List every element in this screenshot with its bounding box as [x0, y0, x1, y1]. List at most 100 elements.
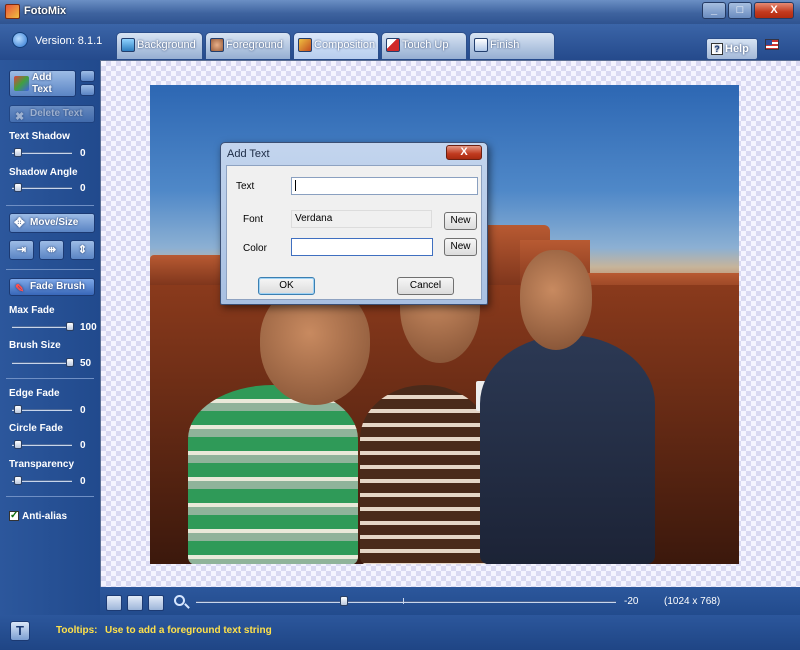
tab-finish-label: Finish [490, 39, 520, 51]
status-bar: T Tooltips: Use to add a foreground text… [0, 615, 800, 650]
tab-foreground-label: Foreground [226, 39, 283, 51]
delete-text-button[interactable]: ✖ Delete Text [9, 105, 95, 123]
font-label: Font [243, 214, 264, 225]
app-icon [5, 4, 20, 19]
person-icon [210, 38, 224, 52]
brush-size-thumb[interactable] [66, 358, 74, 367]
text-prev-button[interactable] [80, 70, 95, 82]
left-panel: Add Text ✖ Delete Text Text Shadow 0 Sha… [0, 60, 100, 615]
grid-view-button[interactable] [148, 595, 164, 611]
text-tool-icon[interactable]: T [10, 621, 30, 641]
delete-text-label: Delete Text [30, 108, 83, 119]
image-size: (1024 x 768) [664, 596, 721, 607]
minimize-button[interactable]: _ [702, 2, 726, 19]
add-text-label: Add Text [32, 72, 52, 95]
ok-button[interactable]: OK [258, 277, 315, 295]
delete-icon: ✖ [15, 111, 25, 123]
fit-view-button[interactable] [127, 595, 143, 611]
add-text-button[interactable]: Add Text [9, 70, 76, 97]
dialog-title: Add Text [227, 148, 270, 160]
maximize-button[interactable]: □ [728, 2, 752, 19]
edge-fade-thumb[interactable] [14, 405, 22, 414]
new-color-button[interactable]: New [444, 238, 477, 256]
text-label: Text [236, 181, 255, 192]
zoom-slider[interactable] [196, 601, 616, 603]
text-input[interactable] [291, 177, 478, 195]
dialog-close-button[interactable]: X [446, 145, 482, 160]
move-size-label: Move/Size [30, 217, 79, 228]
align-left-icon: ⇥ [16, 244, 27, 256]
text-shadow-label: Text Shadow [9, 131, 70, 142]
canvas-area[interactable] [100, 60, 800, 587]
zoom-icon [174, 595, 185, 606]
align-center-v-icon: ⇕ [77, 244, 88, 256]
align-left-button[interactable]: ⇥ [9, 240, 34, 260]
align-center-h-icon: ⇹ [46, 244, 57, 256]
tab-background-label: Background [137, 39, 196, 51]
text-next-button[interactable] [80, 84, 95, 96]
anti-alias-checkbox[interactable]: ✓ [9, 511, 19, 521]
person-middle-shirt [360, 385, 490, 564]
shadow-angle-value: 0 [80, 183, 86, 194]
close-button[interactable]: X [754, 2, 794, 19]
flag-icon[interactable] [765, 39, 779, 50]
transparency-thumb[interactable] [14, 476, 22, 485]
brush-size-slider[interactable] [12, 362, 72, 364]
max-fade-value: 100 [80, 322, 97, 333]
divider [6, 205, 94, 206]
color-field[interactable] [291, 238, 433, 256]
edge-fade-label: Edge Fade [9, 388, 60, 399]
tab-foreground[interactable]: Foreground [205, 32, 291, 59]
tab-finish[interactable]: Finish [469, 32, 555, 59]
fade-brush-button[interactable]: ✎ Fade Brush [9, 278, 95, 296]
person-right-head [520, 250, 592, 350]
move-size-button[interactable]: ✥ Move/Size [9, 213, 95, 233]
composition-icon [298, 38, 312, 52]
max-fade-thumb[interactable] [66, 322, 74, 331]
align-center-v-button[interactable]: ⇕ [70, 240, 95, 260]
brush-icon [386, 38, 400, 52]
tab-composition-label: Composition [314, 39, 376, 51]
zoom-value: -20 [624, 596, 639, 607]
cancel-button[interactable]: Cancel [397, 277, 454, 295]
max-fade-slider[interactable] [12, 326, 72, 328]
zoom-bar: -20 (1024 x 768) [100, 587, 800, 615]
text-shadow-value: 0 [80, 148, 86, 159]
dialog-body: Text Font Verdana New Color New OK Cance… [226, 165, 482, 300]
window-controls: _ □ X [702, 2, 794, 19]
tab-touch-up[interactable]: Touch Up [381, 32, 467, 59]
divider [6, 496, 94, 497]
circle-fade-label: Circle Fade [9, 423, 63, 434]
move-icon: ✥ [14, 215, 25, 230]
tooltips-label: Tooltips: [56, 625, 98, 636]
help-button[interactable]: ? Help [706, 38, 758, 60]
divider [6, 269, 94, 270]
title-bar: FotoMix _ □ X [0, 0, 800, 24]
shadow-angle-thumb[interactable] [14, 183, 22, 192]
actual-size-button[interactable] [106, 595, 122, 611]
add-text-icon [14, 76, 29, 91]
max-fade-label: Max Fade [9, 305, 55, 316]
tooltip-text: Use to add a foreground text string [105, 625, 272, 636]
circle-fade-thumb[interactable] [14, 440, 22, 449]
align-center-h-button[interactable]: ⇹ [39, 240, 64, 260]
text-caret [295, 179, 296, 191]
tab-touch-up-label: Touch Up [402, 39, 449, 51]
tab-composition[interactable]: Composition [293, 32, 379, 59]
shadow-angle-label: Shadow Angle [9, 167, 78, 178]
picture-icon [121, 38, 135, 52]
help-icon: ? [711, 43, 723, 55]
finish-icon [474, 38, 488, 52]
zoom-thumb[interactable] [340, 596, 348, 606]
zoom-tick [403, 598, 404, 604]
transparency-value: 0 [80, 476, 86, 487]
anti-alias-label: Anti-alias [22, 511, 68, 522]
version-label: Version: 8.1.1 [35, 35, 103, 47]
tab-background[interactable]: Background [116, 32, 203, 59]
new-font-button[interactable]: New [444, 212, 477, 230]
transparency-label: Transparency [9, 459, 75, 470]
text-shadow-thumb[interactable] [14, 148, 22, 157]
brush-size-value: 50 [80, 358, 92, 369]
brush-size-label: Brush Size [9, 340, 61, 351]
person-right-shirt [480, 335, 655, 564]
